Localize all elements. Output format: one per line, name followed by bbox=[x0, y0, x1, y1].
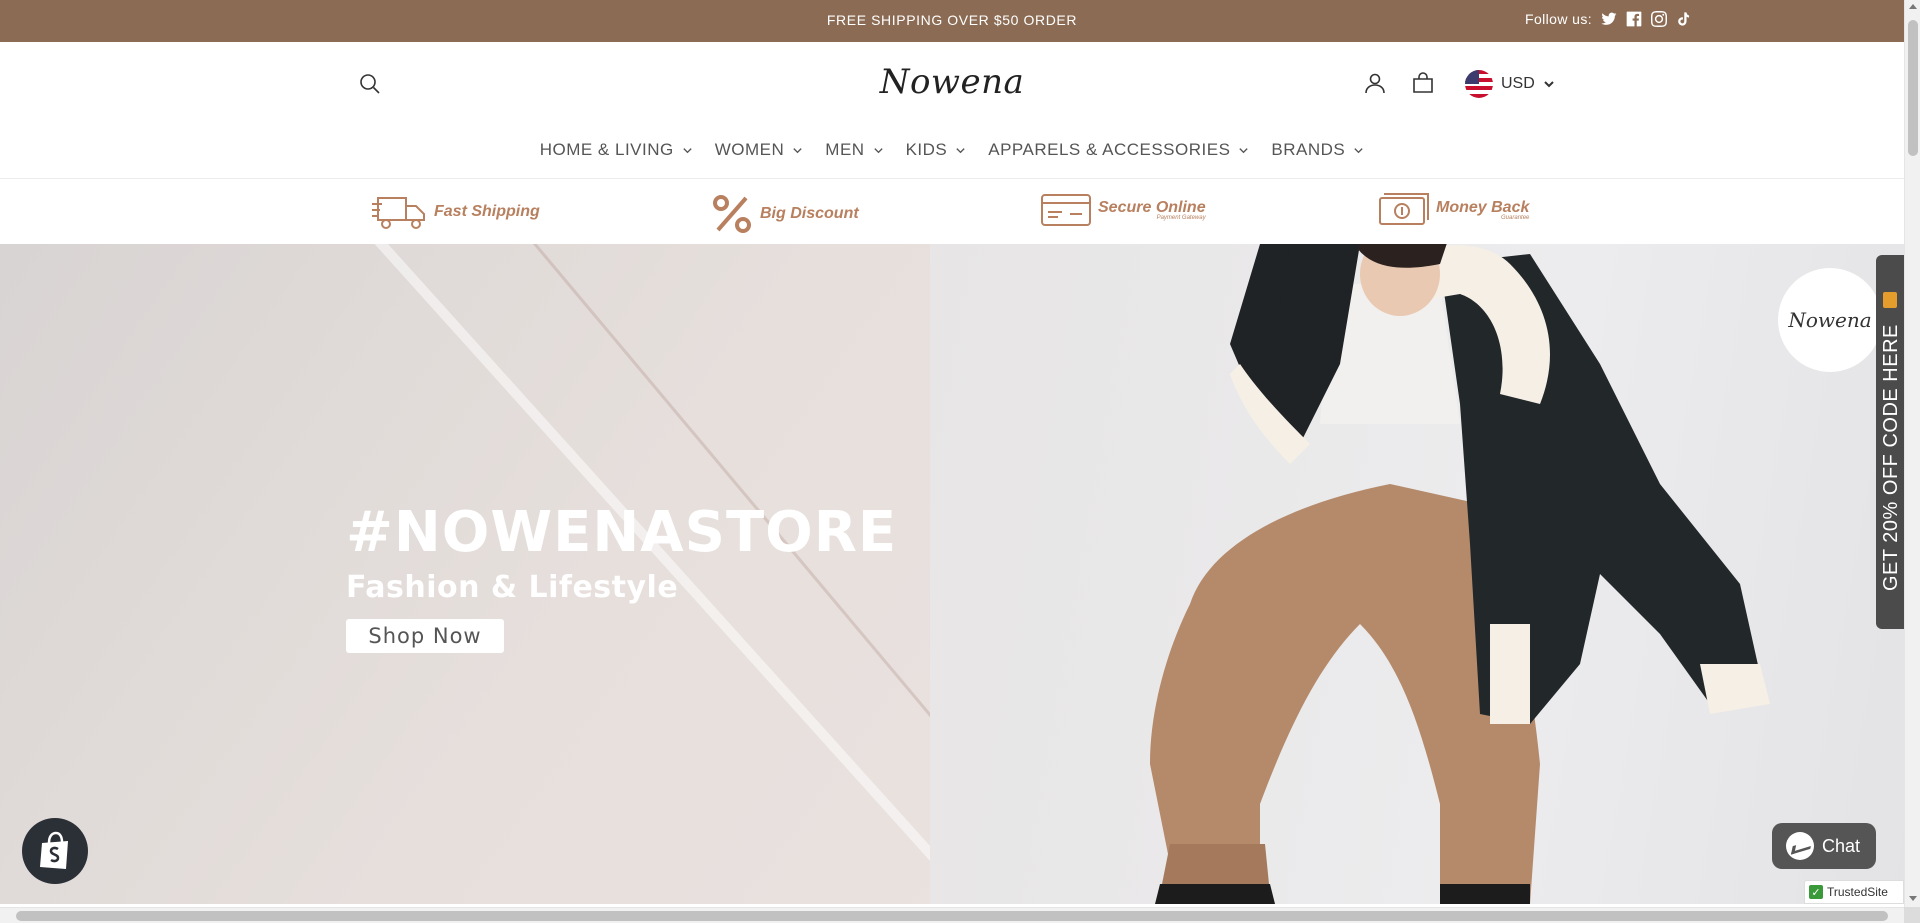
credit-card-icon bbox=[1041, 194, 1091, 226]
nav-label: KIDS bbox=[905, 140, 948, 159]
nav-item-men[interactable]: MEN bbox=[825, 140, 883, 160]
chat-label: Chat bbox=[1822, 835, 1861, 856]
gift-icon bbox=[1883, 292, 1897, 308]
vertical-scroll-thumb[interactable] bbox=[1908, 20, 1918, 156]
hero-banner: #NOWENASTORE Fashion & Lifestyle Shop No… bbox=[0, 244, 1904, 904]
tiktok-icon[interactable] bbox=[1675, 10, 1692, 27]
nav-item-brands[interactable]: BRANDS bbox=[1271, 140, 1364, 160]
instagram-icon[interactable] bbox=[1650, 10, 1667, 27]
twitter-icon[interactable] bbox=[1600, 10, 1617, 27]
social-follow: Follow us: bbox=[1525, 10, 1692, 27]
horizontal-scroll-thumb[interactable] bbox=[16, 911, 1888, 921]
discount-code-label: GET 20% OFF CODE HERE bbox=[1880, 324, 1902, 591]
currency-label: USD bbox=[1501, 75, 1535, 92]
follow-label: Follow us: bbox=[1525, 10, 1593, 27]
hero-subtitle: Fashion & Lifestyle bbox=[346, 570, 679, 605]
nav-label: HOME & LIVING bbox=[539, 140, 674, 159]
scrollbar-corner bbox=[1904, 907, 1920, 923]
chevron-down-icon bbox=[683, 147, 692, 153]
hero-title: #NOWENASTORE bbox=[346, 500, 898, 565]
feature-strip: Fast Shipping Big Discount Secure Online… bbox=[0, 180, 1904, 244]
shop-now-button[interactable]: Shop Now bbox=[346, 619, 504, 653]
nav-item-apparels-accessories[interactable]: APPARELS & ACCESSORIES bbox=[988, 140, 1249, 160]
nav-label: MEN bbox=[825, 140, 865, 159]
feature-fast-shipping: Fast Shipping bbox=[372, 192, 540, 232]
check-icon: ✓ bbox=[1809, 885, 1823, 899]
messenger-icon bbox=[1786, 832, 1814, 860]
account-icon[interactable] bbox=[1360, 68, 1390, 98]
vertical-scrollbar[interactable] bbox=[1904, 0, 1920, 907]
chat-button[interactable]: Chat bbox=[1772, 823, 1876, 869]
nav-label: APPARELS & ACCESSORIES bbox=[988, 140, 1231, 159]
promo-logo-badge[interactable]: Nowena bbox=[1778, 268, 1882, 372]
site-header: Nowena USD HOME & LIVING WOMEN MEN KIDS … bbox=[0, 42, 1904, 179]
chevron-down-icon bbox=[1544, 81, 1554, 88]
feature-title: Big Discount bbox=[760, 205, 859, 222]
facebook-icon[interactable] bbox=[1625, 10, 1642, 27]
money-bill-icon bbox=[1379, 193, 1429, 225]
trustedsite-badge[interactable]: ✓ TrustedSite bbox=[1804, 880, 1904, 904]
search-icon[interactable] bbox=[356, 70, 384, 98]
feature-secure-online: Secure Online Payment Gateway bbox=[1040, 192, 1206, 228]
nav-item-women[interactable]: WOMEN bbox=[715, 140, 804, 160]
shopping-bag-icon bbox=[40, 831, 68, 869]
cart-icon[interactable] bbox=[1408, 68, 1438, 98]
announcement-bar: FREE SHIPPING OVER $50 ORDER Follow us: bbox=[0, 0, 1904, 42]
feature-title: Money Back bbox=[1436, 199, 1530, 216]
chevron-down-icon bbox=[1239, 147, 1249, 153]
horizontal-scrollbar[interactable] bbox=[0, 907, 1904, 923]
discount-code-tab[interactable]: GET 20% OFF CODE HERE bbox=[1876, 255, 1904, 629]
main-nav: HOME & LIVING WOMEN MEN KIDS APPARELS & … bbox=[0, 140, 1904, 160]
feature-title: Secure Online bbox=[1098, 199, 1206, 216]
nav-item-home-living[interactable]: HOME & LIVING bbox=[540, 140, 693, 160]
nav-label: BRANDS bbox=[1271, 140, 1346, 159]
us-flag-icon bbox=[1465, 70, 1493, 98]
truck-icon bbox=[372, 197, 425, 229]
hero-model-image bbox=[1150, 244, 1770, 904]
nav-label: WOMEN bbox=[714, 140, 785, 159]
nav-item-kids[interactable]: KIDS bbox=[906, 140, 967, 160]
scroll-down-arrow-icon[interactable] bbox=[1909, 896, 1917, 901]
feature-money-back: Money Back Guarantee bbox=[1378, 192, 1529, 228]
trustedsite-label: TrustedSite bbox=[1827, 885, 1888, 899]
chevron-down-icon bbox=[956, 147, 965, 153]
chevron-down-icon bbox=[793, 147, 802, 153]
shopify-inbox-button[interactable] bbox=[22, 818, 88, 884]
scroll-up-arrow-icon[interactable] bbox=[1909, 4, 1917, 9]
feature-big-discount: Big Discount bbox=[710, 192, 859, 236]
chevron-down-icon bbox=[1354, 147, 1363, 153]
currency-selector[interactable]: USD bbox=[1465, 70, 1555, 98]
storefront-page: FREE SHIPPING OVER $50 ORDER Follow us: … bbox=[0, 0, 1920, 923]
percent-icon bbox=[713, 195, 751, 233]
chevron-down-icon bbox=[873, 147, 883, 153]
feature-title: Fast Shipping bbox=[434, 203, 540, 220]
site-logo[interactable]: Nowena bbox=[852, 62, 1052, 102]
